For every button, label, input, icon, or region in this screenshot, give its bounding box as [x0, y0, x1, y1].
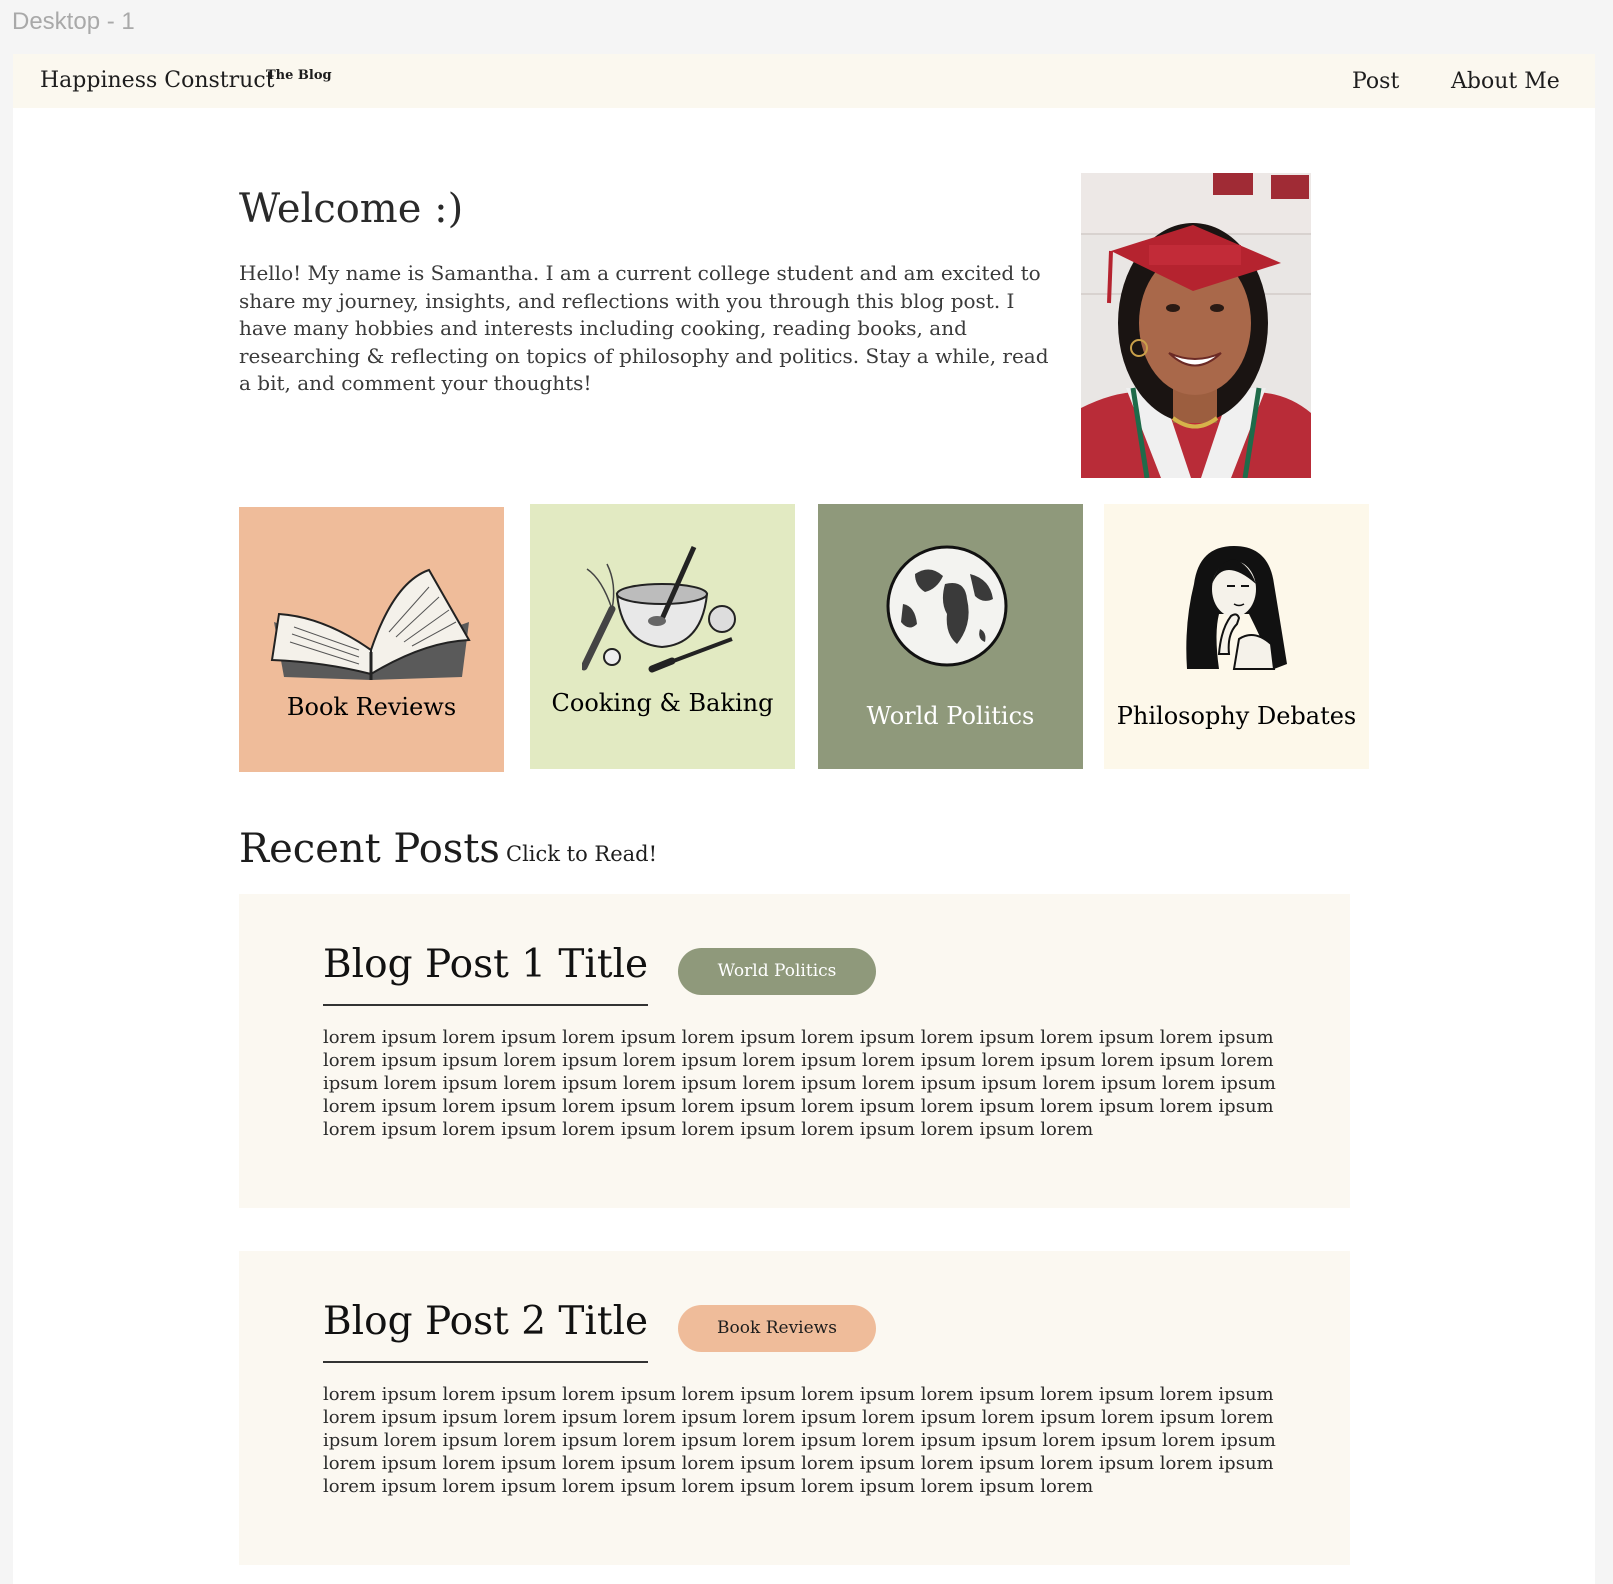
welcome-title: Welcome :) [239, 186, 464, 232]
category-label: Cooking & Baking [551, 689, 774, 717]
title-underline [323, 1361, 648, 1363]
open-book-icon [270, 568, 471, 680]
blog-post-card[interactable]: Blog Post 1 Title World Politics lorem i… [239, 894, 1350, 1208]
post-excerpt: lorem ipsum lorem ipsum lorem ipsum lore… [323, 1384, 1276, 1497]
nav-link-about-me[interactable]: About Me [1451, 69, 1560, 94]
recent-posts-title: Recent Posts [239, 826, 500, 872]
welcome-text: Hello! My name is Samantha. I am a curre… [239, 261, 1049, 395]
navbar: Happiness Construct The Blog Post About … [13, 54, 1595, 108]
desktop-frame: Happiness Construct The Blog Post About … [13, 54, 1595, 1584]
category-label: Philosophy Debates [1116, 702, 1357, 730]
thinking-woman-icon [1186, 546, 1287, 670]
post-excerpt: lorem ipsum lorem ipsum lorem ipsum lore… [323, 1027, 1276, 1140]
frame-label: Desktop - 1 [12, 8, 135, 35]
post-title[interactable]: Blog Post 1 Title [323, 942, 648, 987]
globe-icon [886, 545, 1008, 667]
profile-photo [1081, 173, 1311, 478]
post-category-tag[interactable]: Book Reviews [678, 1305, 876, 1352]
brand-name[interactable]: Happiness Construct [40, 68, 275, 93]
category-label: Book Reviews [286, 693, 457, 721]
category-tile-philosophy-debates[interactable]: Philosophy Debates [1104, 504, 1369, 769]
nav-link-post[interactable]: Post [1352, 69, 1399, 94]
brand-tagline: The Blog [266, 68, 332, 83]
category-tile-world-politics[interactable]: World Politics [818, 504, 1083, 769]
category-label: World Politics [866, 702, 1035, 730]
category-tile-book-reviews[interactable]: Book Reviews [239, 507, 504, 772]
cooking-bowl-icon [582, 545, 736, 673]
recent-posts-subtitle: Click to Read! [506, 842, 658, 866]
blog-post-card[interactable]: Blog Post 2 Title Book Reviews lorem ips… [239, 1251, 1350, 1565]
title-underline [323, 1004, 648, 1006]
category-tile-cooking-baking[interactable]: Cooking & Baking [530, 504, 795, 769]
post-title[interactable]: Blog Post 2 Title [323, 1299, 648, 1344]
post-category-tag[interactable]: World Politics [678, 948, 876, 995]
